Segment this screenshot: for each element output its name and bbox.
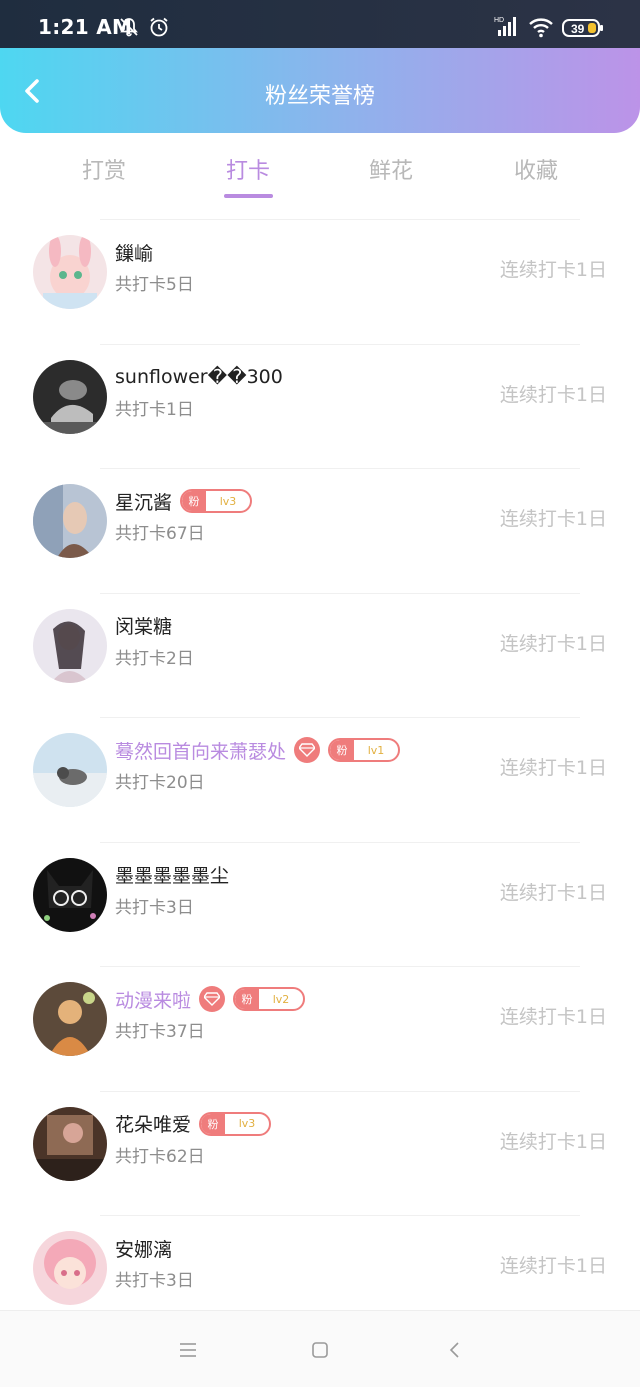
- menu-icon: [180, 1343, 196, 1357]
- alarm-icon: [148, 16, 170, 42]
- wifi-icon: [528, 16, 554, 42]
- streak-count: 连续打卡1日: [499, 881, 607, 904]
- divider: [100, 343, 580, 345]
- battery-icon: 39: [562, 18, 604, 42]
- tab-flowers[interactable]: 鲜花: [341, 153, 441, 185]
- diamond-icon: [294, 737, 321, 763]
- streak-count: 连续打卡1日: [499, 383, 607, 406]
- avatar[interactable]: [33, 1106, 107, 1181]
- divider: [100, 219, 580, 220]
- user-name[interactable]: 闵棠糖: [115, 612, 172, 639]
- tab-checkin[interactable]: 打卡: [198, 153, 298, 185]
- streak-count: 连续打卡1日: [499, 1006, 607, 1028]
- divider: [100, 841, 580, 843]
- list-item[interactable]: sunflower��300 共打卡1日 连续打卡1日: [0, 343, 640, 469]
- divider: [100, 1215, 580, 1216]
- avatar[interactable]: [33, 608, 107, 683]
- user-name[interactable]: 花朵唯爱: [115, 1110, 191, 1137]
- list-item[interactable]: 鏁崳 共打卡5日 连续打卡1日: [0, 219, 640, 344]
- page-title: 粉丝荣誉榜: [264, 84, 375, 109]
- svg-text:39: 39: [571, 22, 585, 36]
- total-checkins: 共打卡2日: [115, 648, 194, 669]
- user-name[interactable]: 蓦然回首向来萧瑟处: [115, 737, 286, 764]
- user-name[interactable]: 鏁崳: [115, 239, 153, 266]
- list-item[interactable]: 花朵唯爱 粉 lv3 共打卡62日 连续打卡1日: [0, 1090, 640, 1216]
- signal-icon: HD: [494, 14, 520, 42]
- list-item[interactable]: 闵棠糖 共打卡2日 连续打卡1日: [0, 592, 640, 718]
- total-checkins: 共打卡62日: [115, 1146, 205, 1167]
- total-checkins: 共打卡20日: [115, 773, 205, 793]
- total-checkins: 共打卡3日: [115, 897, 194, 918]
- user-name[interactable]: sunflower��300: [115, 366, 283, 388]
- fan-level-badge: 粉 lv1: [328, 738, 401, 762]
- user-name[interactable]: 墨墨墨墨墨尘: [115, 861, 229, 888]
- streak-count: 连续打卡1日: [499, 757, 607, 779]
- fan-level-badge: 粉 lv3: [180, 489, 253, 513]
- avatar[interactable]: [33, 857, 107, 932]
- total-checkins: 共打卡1日: [115, 399, 194, 420]
- avatar[interactable]: [33, 484, 107, 558]
- list-item[interactable]: 星沉酱 粉 lv3 共打卡67日 连续打卡1日: [0, 468, 640, 593]
- active-tab-indicator: [224, 194, 273, 198]
- svg-text:HD: HD: [494, 17, 504, 24]
- list-item[interactable]: 动漫来啦 粉 lv2 共打卡37日 连续打卡1日: [0, 966, 640, 1091]
- tab-favorites[interactable]: 收藏: [486, 153, 586, 185]
- divider: [100, 468, 580, 469]
- silent-bell-icon: [118, 16, 140, 42]
- avatar[interactable]: [33, 1231, 107, 1305]
- status-bar: 1:21 AM HD 39: [0, 0, 640, 48]
- divider: [100, 966, 580, 967]
- total-checkins: 共打卡37日: [115, 1022, 205, 1042]
- list-item[interactable]: 墨墨墨墨墨尘 共打卡3日 连续打卡1日: [0, 841, 640, 967]
- streak-count: 连续打卡1日: [499, 632, 607, 655]
- divider: [100, 1090, 580, 1092]
- total-checkins: 共打卡3日: [115, 1271, 194, 1291]
- divider: [100, 717, 580, 718]
- square-icon: [312, 1342, 328, 1358]
- user-name[interactable]: 星沉酱: [115, 488, 172, 515]
- avatar[interactable]: [33, 733, 107, 807]
- diamond-icon: [199, 986, 226, 1012]
- triangle-back-icon: [449, 1342, 459, 1358]
- total-checkins: 共打卡5日: [115, 275, 194, 295]
- streak-count: 连续打卡1日: [499, 1130, 607, 1153]
- user-name[interactable]: 动漫来啦: [115, 986, 191, 1013]
- streak-count: 连续打卡1日: [499, 259, 607, 281]
- nav-home-button[interactable]: [307, 1337, 333, 1363]
- avatar[interactable]: [33, 982, 107, 1056]
- nav-back-button[interactable]: [441, 1337, 467, 1363]
- tab-reward[interactable]: 打赏: [54, 153, 154, 185]
- fan-level-badge: 粉 lv3: [199, 1111, 272, 1136]
- streak-count: 连续打卡1日: [499, 508, 607, 530]
- tab-bar: 打赏 打卡 鲜花 收藏: [0, 133, 640, 219]
- list-item[interactable]: 蓦然回首向来萧瑟处 粉 lv1 共打卡20日 连续打卡1日: [0, 717, 640, 842]
- divider: [100, 592, 580, 594]
- header-bar: 粉丝荣誉榜: [0, 48, 640, 133]
- fan-level-badge: 粉 lv2: [233, 987, 306, 1011]
- nav-menu-button[interactable]: [175, 1337, 201, 1363]
- avatar[interactable]: [33, 235, 107, 309]
- total-checkins: 共打卡67日: [115, 524, 205, 544]
- avatar[interactable]: [33, 359, 107, 434]
- system-nav-bar: [0, 1310, 640, 1387]
- fan-list: 鏁崳 共打卡5日 连续打卡1日 sunflower��300 共打卡1日 连续打…: [0, 219, 640, 1340]
- streak-count: 连续打卡1日: [499, 1255, 607, 1277]
- user-name[interactable]: 安娜漓: [115, 1235, 172, 1262]
